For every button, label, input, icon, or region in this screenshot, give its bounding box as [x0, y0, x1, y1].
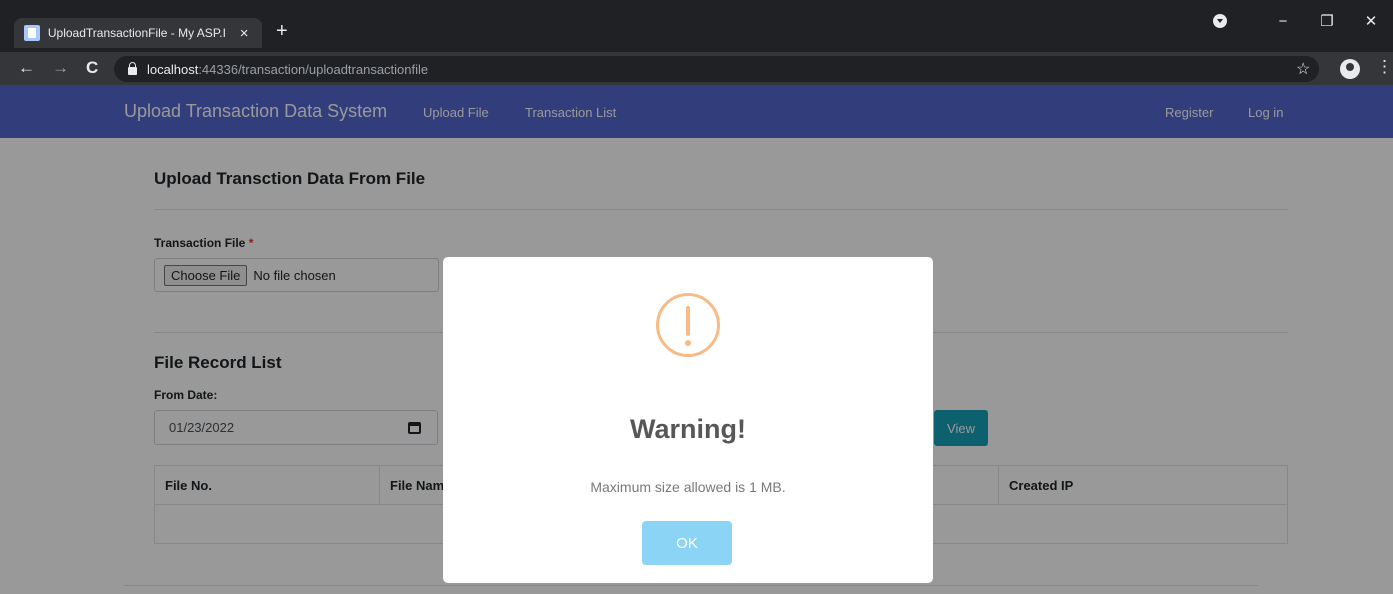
- tab-close-icon[interactable]: ×: [236, 25, 252, 42]
- minimize-button[interactable]: −: [1261, 13, 1305, 30]
- page-viewport: Upload Transaction Data System Upload Fi…: [0, 85, 1393, 594]
- url-host: localhost: [147, 61, 199, 77]
- new-tab-button[interactable]: +: [276, 20, 288, 43]
- warning-dialog: Warning! Maximum size allowed is 1 MB. O…: [443, 257, 933, 583]
- page-favicon-icon: [24, 25, 40, 41]
- tab-title: UploadTransactionFile - My ASP.I: [47, 26, 226, 40]
- browser-toolbar: ← → C localhost:44336/transaction/upload…: [0, 52, 1393, 85]
- dialog-title: Warning!: [630, 414, 746, 444]
- browser-tab[interactable]: UploadTransactionFile - My ASP.I ×: [14, 18, 262, 48]
- address-bar[interactable]: localhost:44336/transaction/uploadtransa…: [114, 56, 1319, 82]
- exclamation-bar: [686, 306, 690, 336]
- ok-button[interactable]: OK: [642, 521, 732, 565]
- url-path: :44336/transaction/uploadtransactionfile: [198, 61, 429, 77]
- warning-exclamation-icon: [656, 293, 720, 357]
- browser-tabstrip: UploadTransactionFile - My ASP.I × + − ❐…: [0, 0, 1393, 52]
- browser-menu-icon[interactable]: ⋮: [1376, 57, 1393, 77]
- close-window-button[interactable]: ✕: [1349, 12, 1393, 30]
- lock-icon[interactable]: [128, 62, 137, 75]
- exclamation-dot: [685, 340, 691, 346]
- window-controls: − ❐ ✕: [1213, 12, 1393, 30]
- dialog-message: Maximum size allowed is 1 MB.: [590, 479, 786, 495]
- back-icon[interactable]: ←: [18, 58, 35, 78]
- account-icon[interactable]: [1340, 59, 1360, 79]
- profile-menu-icon[interactable]: [1213, 14, 1227, 28]
- reload-icon[interactable]: C: [86, 58, 98, 78]
- restore-button[interactable]: ❐: [1305, 12, 1349, 30]
- forward-icon[interactable]: →: [52, 58, 69, 78]
- bookmark-star-icon[interactable]: ☆: [1296, 59, 1310, 79]
